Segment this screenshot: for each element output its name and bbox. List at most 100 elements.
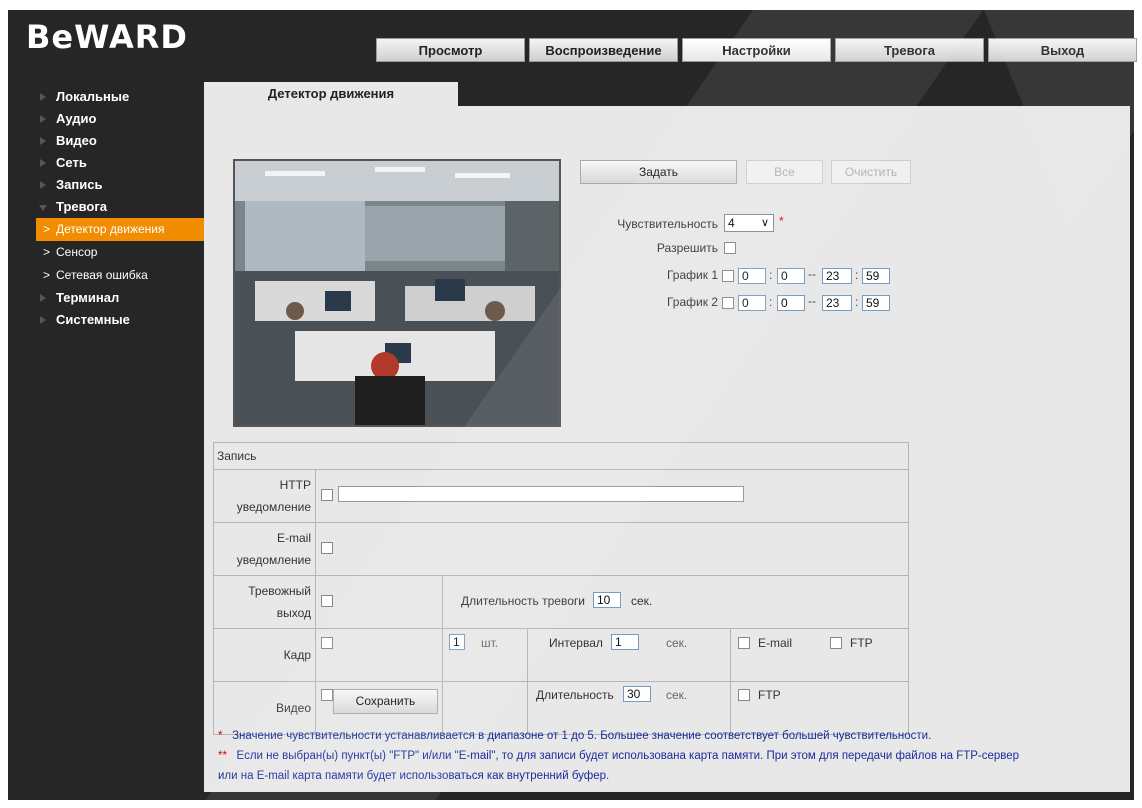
frame-email-label: E-mail: [758, 636, 793, 650]
chevron-right-icon: >: [43, 268, 51, 282]
frame-targets-cell: E-mail FTP: [730, 628, 909, 682]
interval-cell: Интервал 1 сек.: [527, 628, 731, 682]
sidebar-item-label: Видео: [56, 133, 97, 148]
sidebar-item-label: Системные: [56, 312, 130, 327]
note-star: **: [218, 750, 227, 762]
sidebar-subitem-network-error[interactable]: > Сетевая ошибка: [36, 264, 206, 287]
camera-preview[interactable]: [233, 159, 561, 427]
sensitivity-select[interactable]: 4 ∨: [724, 214, 774, 232]
note-text: Если не выбран(ы) пункт(ы) "FTP" и/или "…: [236, 750, 1020, 762]
alarm-output-checkbox[interactable]: [321, 595, 333, 607]
video-ftp-checkbox[interactable]: [738, 689, 750, 701]
schedule2-checkbox[interactable]: [722, 297, 734, 309]
frame-ftp-checkbox[interactable]: [830, 637, 842, 649]
alarm-output-label: Тревожный выход: [213, 575, 316, 629]
tab-settings[interactable]: Настройки: [682, 38, 831, 62]
sidebar-item-network[interactable]: Сеть: [36, 152, 206, 174]
select-all-button[interactable]: Все: [746, 160, 823, 184]
video-label: Видео: [213, 681, 316, 735]
sidebar-item-alarm[interactable]: Тревога: [36, 196, 206, 218]
schedule2-end-hour[interactable]: 23: [822, 295, 852, 311]
email-notify-checkbox[interactable]: [321, 542, 333, 554]
http-url-input[interactable]: [338, 486, 744, 502]
clear-area-button[interactable]: Очистить: [831, 160, 911, 184]
expand-arrow-icon: [40, 137, 46, 145]
email-notify-label: E-mail уведомление: [213, 522, 316, 576]
expand-arrow-icon: [40, 159, 46, 167]
top-nav-tabs: Просмотр Воспроизведение Настройки Трево…: [376, 38, 1137, 62]
alarm-duration-unit: сек.: [631, 594, 653, 608]
sidebar-item-video[interactable]: Видео: [36, 130, 206, 152]
sidebar-item-local[interactable]: Локальные: [36, 86, 206, 108]
time-colon: :: [769, 295, 773, 309]
sensitivity-value: 4: [728, 216, 735, 230]
sidebar-item-label: Локальные: [56, 89, 130, 104]
schedule2-label: График 2: [666, 295, 718, 309]
schedule1-start-minute[interactable]: 0: [777, 268, 805, 284]
sidebar-subitem-sensor[interactable]: > Сенсор: [36, 241, 206, 264]
sidebar-subitem-motion-detector[interactable]: > Детектор движения: [36, 218, 204, 241]
sidebar-item-label: Тревога: [56, 199, 108, 214]
note-sensitivity: * Значение чувствительности устанавливае…: [218, 730, 931, 742]
alarm-output-cell: [315, 575, 443, 629]
http-notify-checkbox[interactable]: [321, 489, 333, 501]
time-range-separator: --: [808, 267, 816, 281]
alarm-duration-cell: Длительность тревоги 10 сек.: [442, 575, 909, 629]
schedule2-end-minute[interactable]: 59: [862, 295, 890, 311]
video-duration-label: Длительность: [536, 688, 614, 702]
schedule1-end-hour[interactable]: 23: [822, 268, 852, 284]
frame-checkbox-cell: [315, 628, 443, 682]
frame-ftp-label: FTP: [850, 636, 873, 650]
save-button[interactable]: Сохранить: [333, 689, 438, 714]
sidebar-item-audio[interactable]: Аудио: [36, 108, 206, 130]
schedule1-label: График 1: [666, 268, 718, 282]
sidebar-item-record[interactable]: Запись: [36, 174, 206, 196]
schedule1-end-minute[interactable]: 59: [862, 268, 890, 284]
enable-checkbox[interactable]: [724, 242, 736, 254]
content-tab-motion-detector[interactable]: Детектор движения: [204, 82, 458, 106]
record-settings-table: Запись HTTP уведомление E-mail уведомлен…: [213, 442, 909, 735]
video-duration-input[interactable]: 30: [623, 686, 651, 702]
email-notify-cell: [315, 522, 909, 576]
expand-arrow-icon: [40, 93, 46, 101]
chevron-right-icon: >: [43, 222, 51, 236]
sidebar-item-label: Сеть: [56, 155, 87, 170]
time-range-separator: --: [808, 294, 816, 308]
tab-view[interactable]: Просмотр: [376, 38, 525, 62]
expand-arrow-icon: [40, 115, 46, 123]
sidebar-item-label: Терминал: [56, 290, 120, 305]
collapse-arrow-icon: [39, 205, 47, 211]
schedule2-start-minute[interactable]: 0: [777, 295, 805, 311]
required-mark: *: [779, 214, 784, 228]
sensitivity-label: Чувствительность: [617, 217, 718, 231]
http-notify-cell: [315, 469, 909, 523]
expand-arrow-icon: [40, 181, 46, 189]
office-scene-image: [235, 161, 559, 425]
tab-playback[interactable]: Воспроизведение: [529, 38, 678, 62]
expand-arrow-icon: [40, 294, 46, 302]
sidebar-item-terminal[interactable]: Терминал: [36, 287, 206, 309]
beward-logo: BeWARD: [26, 18, 188, 56]
schedule1-checkbox[interactable]: [722, 270, 734, 282]
frame-checkbox[interactable]: [321, 637, 333, 649]
video-checkbox[interactable]: [321, 689, 333, 701]
set-area-button[interactable]: Задать: [580, 160, 737, 184]
note-storage-cont: или на E-mail карта памяти будет использ…: [218, 770, 610, 782]
note-star: *: [218, 730, 223, 742]
frame-count-input[interactable]: 1: [449, 634, 465, 650]
sidebar-item-system[interactable]: Системные: [36, 309, 206, 331]
time-colon: :: [855, 295, 859, 309]
chevron-down-icon: ∨: [760, 217, 769, 229]
video-ftp-label: FTP: [758, 688, 781, 702]
app-window: BeWARD Просмотр Воспроизведение Настройк…: [0, 0, 1142, 808]
frame-email-checkbox[interactable]: [738, 637, 750, 649]
frame-label: Кадр: [213, 628, 316, 682]
frame-count-unit: шт.: [481, 636, 499, 650]
schedule1-start-hour[interactable]: 0: [738, 268, 766, 284]
tab-alarm[interactable]: Тревога: [835, 38, 984, 62]
interval-input[interactable]: 1: [611, 634, 639, 650]
alarm-duration-input[interactable]: 10: [593, 592, 621, 608]
tab-exit[interactable]: Выход: [988, 38, 1137, 62]
time-colon: :: [769, 268, 773, 282]
schedule2-start-hour[interactable]: 0: [738, 295, 766, 311]
